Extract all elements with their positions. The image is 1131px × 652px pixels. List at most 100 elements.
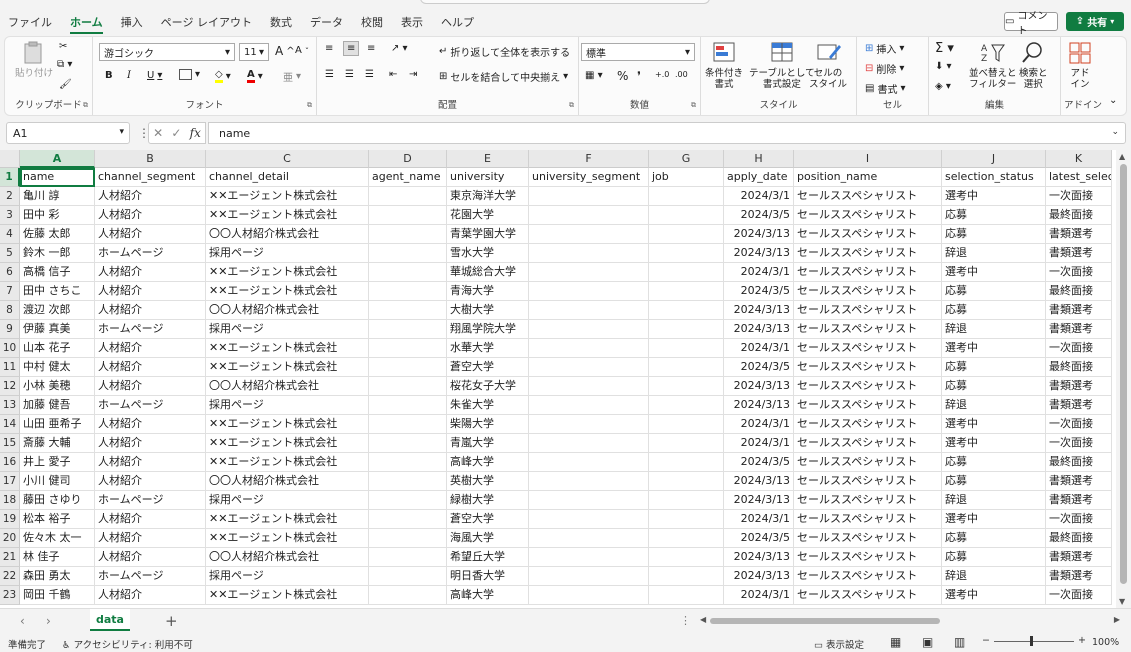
table-cell[interactable]: 書類選考	[1046, 396, 1112, 415]
table-cell[interactable]	[649, 415, 724, 434]
column-header[interactable]: A	[20, 150, 95, 168]
table-cell[interactable]: 人材紹介	[95, 529, 206, 548]
table-cell[interactable]: セールススペシャリスト	[794, 529, 942, 548]
table-cell[interactable]: ✕✕エージェント株式会社	[206, 510, 369, 529]
table-cell[interactable]: 2024/3/13	[724, 396, 794, 415]
table-cell[interactable]	[529, 472, 649, 491]
add-sheet-icon[interactable]: +	[165, 612, 178, 630]
table-cell[interactable]: 雪水大学	[447, 244, 529, 263]
table-cell[interactable]: 人材紹介	[95, 453, 206, 472]
table-cell[interactable]: 華城総合大学	[447, 263, 529, 282]
table-cell[interactable]: 選考中	[942, 510, 1046, 529]
header-cell[interactable]: channel_detail	[206, 168, 369, 187]
row-header[interactable]: 7	[0, 282, 20, 301]
row-header[interactable]: 6	[0, 263, 20, 282]
column-header[interactable]: J	[942, 150, 1046, 168]
table-cell[interactable]: 田中 彩	[20, 206, 95, 225]
table-cell[interactable]	[649, 301, 724, 320]
table-cell[interactable]: 高峰大学	[447, 586, 529, 605]
table-cell[interactable]: 翔風学院大学	[447, 320, 529, 339]
table-cell[interactable]: 書類選考	[1046, 472, 1112, 491]
table-cell[interactable]: ✕✕エージェント株式会社	[206, 339, 369, 358]
clear-icon[interactable]: ◈ ▾	[935, 81, 951, 92]
table-cell[interactable]	[369, 187, 447, 206]
menu-tab[interactable]: 表示	[401, 14, 423, 30]
shrink-font-button[interactable]: Aˇ	[295, 45, 309, 56]
table-cell[interactable]	[369, 396, 447, 415]
table-cell[interactable]: 2024/3/13	[724, 548, 794, 567]
table-cell[interactable]: 斎藤 大輔	[20, 434, 95, 453]
table-cell[interactable]	[529, 529, 649, 548]
table-cell[interactable]: ホームページ	[95, 244, 206, 263]
header-cell[interactable]: name	[20, 168, 95, 187]
table-cell[interactable]: 応募	[942, 472, 1046, 491]
header-cell[interactable]: agent_name	[369, 168, 447, 187]
table-cell[interactable]: セールススペシャリスト	[794, 510, 942, 529]
table-cell[interactable]: 岡田 千鶴	[20, 586, 95, 605]
table-cell[interactable]: 佐藤 太郎	[20, 225, 95, 244]
table-cell[interactable]: 2024/3/1	[724, 187, 794, 206]
table-cell[interactable]: ✕✕エージェント株式会社	[206, 453, 369, 472]
table-cell[interactable]	[649, 339, 724, 358]
table-cell[interactable]: 応募	[942, 206, 1046, 225]
table-cell[interactable]: 人材紹介	[95, 301, 206, 320]
header-cell[interactable]: apply_date	[724, 168, 794, 187]
table-cell[interactable]: 選考中	[942, 339, 1046, 358]
table-cell[interactable]: 〇〇人材紹介株式会社	[206, 301, 369, 320]
table-cell[interactable]: ✕✕エージェント株式会社	[206, 263, 369, 282]
fill-color-button[interactable]: ◇ ▾	[215, 69, 231, 83]
sheet-tab-data[interactable]: data	[90, 609, 130, 631]
italic-button[interactable]: I	[127, 70, 131, 81]
table-cell[interactable]: 一次面接	[1046, 434, 1112, 453]
table-cell[interactable]	[529, 567, 649, 586]
table-cell[interactable]: 辞退	[942, 320, 1046, 339]
table-cell[interactable]: 2024/3/13	[724, 225, 794, 244]
table-cell[interactable]	[649, 263, 724, 282]
table-cell[interactable]: 2024/3/13	[724, 567, 794, 586]
table-cell[interactable]: 2024/3/13	[724, 301, 794, 320]
table-cell[interactable]	[369, 320, 447, 339]
formula-input[interactable]: name ⌄	[208, 122, 1126, 144]
table-cell[interactable]	[649, 225, 724, 244]
row-header[interactable]: 8	[0, 301, 20, 320]
font-size-select[interactable]: 11 ▾	[239, 43, 269, 61]
zoom-slider[interactable]	[994, 641, 1074, 642]
table-cell[interactable]: 人材紹介	[95, 225, 206, 244]
row-header[interactable]: 14	[0, 415, 20, 434]
table-cell[interactable]	[369, 510, 447, 529]
table-cell[interactable]: セールススペシャリスト	[794, 377, 942, 396]
align-middle-icon[interactable]: ≡	[343, 41, 360, 56]
table-cell[interactable]: 人材紹介	[95, 434, 206, 453]
copy-icon[interactable]: ⧉ ▾	[57, 59, 72, 70]
scroll-up-icon[interactable]: ▲	[1119, 152, 1125, 161]
table-cell[interactable]: 加藤 健吾	[20, 396, 95, 415]
table-cell[interactable]	[369, 282, 447, 301]
borders-button[interactable]: ▾	[179, 69, 200, 80]
insert-cells-button[interactable]: ⊞ 挿入 ▾	[865, 41, 904, 56]
table-cell[interactable]: 2024/3/1	[724, 586, 794, 605]
page-layout-view-icon[interactable]: ▣	[922, 635, 933, 649]
table-cell[interactable]	[369, 206, 447, 225]
table-cell[interactable]: 2024/3/5	[724, 282, 794, 301]
table-cell[interactable]: 人材紹介	[95, 263, 206, 282]
table-cell[interactable]	[529, 358, 649, 377]
align-right-icon[interactable]: ☰	[365, 69, 374, 80]
table-cell[interactable]: 一次面接	[1046, 586, 1112, 605]
table-cell[interactable]: 〇〇人材紹介株式会社	[206, 548, 369, 567]
table-cell[interactable]: 青嵐大学	[447, 434, 529, 453]
delete-cells-button[interactable]: ⊟ 削除 ▾	[865, 61, 904, 76]
table-cell[interactable]: 辞退	[942, 491, 1046, 510]
menu-tab[interactable]: ファイル	[8, 14, 52, 30]
table-cell[interactable]: ホームページ	[95, 396, 206, 415]
cell-styles-button[interactable]: セルの スタイル	[809, 41, 847, 90]
table-cell[interactable]: 書類選考	[1046, 567, 1112, 586]
vertical-scroll-thumb[interactable]	[1120, 164, 1127, 584]
conditional-format-button[interactable]: 条件付き 書式	[705, 41, 743, 90]
table-cell[interactable]: 英樹大学	[447, 472, 529, 491]
table-cell[interactable]: 桜花女子大学	[447, 377, 529, 396]
table-cell[interactable]	[649, 206, 724, 225]
table-cell[interactable]: セールススペシャリスト	[794, 586, 942, 605]
table-cell[interactable]: 小川 健司	[20, 472, 95, 491]
orientation-icon[interactable]: ↗ ▾	[391, 43, 408, 54]
table-cell[interactable]: 採用ページ	[206, 491, 369, 510]
